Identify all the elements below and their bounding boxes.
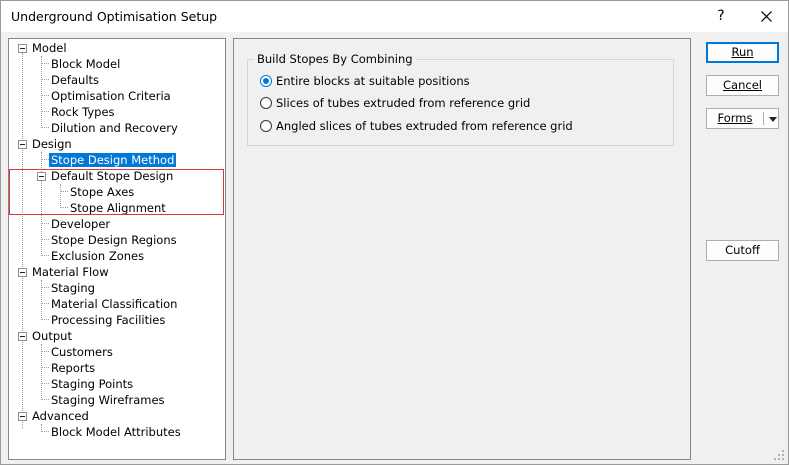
tree-item-dilution-recovery[interactable]: Dilution and Recovery [49,120,180,136]
tree-item-processing-facilities[interactable]: Processing Facilities [49,312,167,328]
tree-item-staging[interactable]: Staging [49,280,97,296]
tree-item-material-classification[interactable]: Material Classification [49,296,179,312]
tree-item-developer[interactable]: Developer [49,216,112,232]
tree-item-customers[interactable]: Customers [49,344,115,360]
tree-item-staging-points[interactable]: Staging Points [49,376,135,392]
tree-item-stope-design-regions[interactable]: Stope Design Regions [49,232,179,248]
run-button[interactable]: Run [706,42,779,63]
tree-group-design[interactable]: Design [30,136,74,152]
tree-item-staging-wireframes[interactable]: Staging Wireframes [49,392,167,408]
help-button[interactable]: ? [701,1,741,32]
forms-button[interactable]: Forms [706,108,779,129]
close-button[interactable] [746,1,786,32]
tree-item-reports[interactable]: Reports [49,360,97,376]
tree-item-exclusion-zones[interactable]: Exclusion Zones [49,248,146,264]
close-icon [760,11,772,22]
collapse-design-icon[interactable] [18,140,27,149]
collapse-material-flow-icon[interactable] [18,268,27,277]
tree-group-advanced[interactable]: Advanced [30,408,91,424]
tree-group-model[interactable]: Model [30,40,69,56]
annotation-highlight-box [9,169,224,215]
dropdown-arrow-icon[interactable] [769,117,777,122]
navigation-tree[interactable]: Model Block Model Defaults Optimisation … [8,38,226,460]
tree-item-block-model[interactable]: Block Model [49,56,122,72]
radio-unselected-icon [260,120,272,132]
collapse-output-icon[interactable] [18,332,27,341]
tree-item-stope-design-method[interactable]: Stope Design Method [49,152,177,168]
cutoff-button[interactable]: Cutoff [706,240,779,261]
title-bar[interactable]: Underground Optimisation Setup ? [1,1,788,32]
tree-group-output[interactable]: Output [30,328,74,344]
groupbox-title: Build Stopes By Combining [254,52,416,66]
cancel-button[interactable]: Cancel [706,75,779,96]
tree-item-optimisation-criteria[interactable]: Optimisation Criteria [49,88,173,104]
collapse-model-icon[interactable] [18,44,27,53]
tree-group-material-flow[interactable]: Material Flow [30,264,111,280]
tree-item-defaults[interactable]: Defaults [49,72,101,88]
tree-item-rock-types[interactable]: Rock Types [49,104,117,120]
window-title: Underground Optimisation Setup [11,9,218,24]
radio-selected-icon [260,75,272,87]
resize-grip-icon[interactable] [772,448,786,462]
collapse-advanced-icon[interactable] [18,412,27,421]
tree-item-block-model-attributes[interactable]: Block Model Attributes [49,424,183,440]
radio-unselected-icon [260,97,272,109]
